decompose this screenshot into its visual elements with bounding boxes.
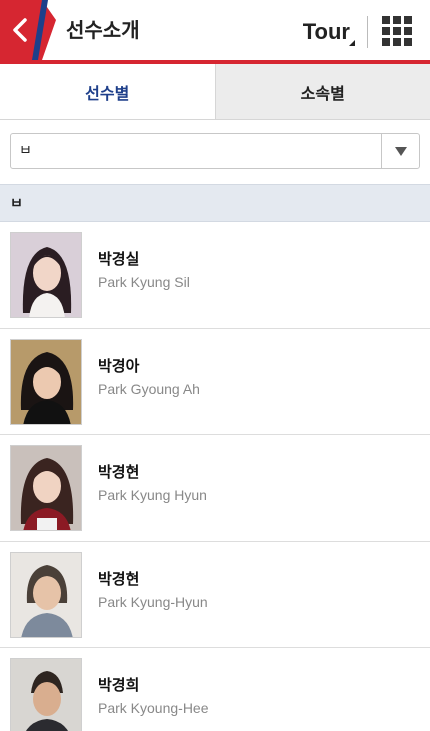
tab-bar: 선수별 소속별 — [0, 64, 430, 120]
player-name-english: Park Kyung-Hyun — [98, 593, 208, 610]
app-header: 선수소개 Tour — [0, 0, 430, 64]
grid-menu-icon[interactable] — [382, 16, 412, 46]
player-name-korean: 박경희 — [98, 676, 140, 694]
player-name-english: Park Kyung Sil — [98, 274, 190, 290]
group-header: ㅂ — [0, 184, 430, 222]
player-name-english: Park Gyoung Ah — [98, 380, 200, 397]
player-name-korean: 박경아 — [98, 356, 140, 375]
player-photo — [10, 658, 82, 731]
player-name-korean: 박경현 — [98, 569, 140, 588]
tab-by-team[interactable]: 소속별 — [214, 64, 430, 119]
player-name-english: Park Kyoung-Hee — [98, 700, 209, 716]
initial-consonant-select[interactable]: ㅂ — [10, 133, 420, 169]
list-item[interactable]: 박경현 Park Kyung-Hyun — [0, 541, 430, 648]
select-value: ㅂ — [19, 143, 32, 159]
player-photo — [10, 338, 82, 425]
player-name-english: Park Kyung Hyun — [98, 487, 207, 503]
filter-area: ㅂ — [0, 120, 430, 184]
player-photo — [10, 551, 82, 638]
tour-dropdown-caret-icon — [349, 40, 355, 46]
tour-button[interactable]: Tour — [303, 0, 350, 60]
player-list: 박경실 Park Kyung Sil 박경아 Park Gyoung Ah 박경… — [0, 222, 430, 731]
chevron-left-icon — [0, 0, 56, 60]
header-divider — [367, 16, 368, 48]
back-button[interactable] — [0, 0, 56, 60]
tab-by-player[interactable]: 선수별 — [0, 64, 215, 119]
page-title: 선수소개 — [66, 18, 140, 42]
list-item[interactable]: 박경아 Park Gyoung Ah — [0, 328, 430, 435]
list-item[interactable]: 박경현 Park Kyung Hyun — [0, 435, 430, 542]
list-item[interactable]: 박경희 Park Kyoung-Hee — [0, 648, 430, 731]
player-photo — [10, 232, 82, 318]
player-photo — [10, 445, 82, 531]
chevron-down-icon[interactable] — [381, 134, 419, 168]
list-item[interactable]: 박경실 Park Kyung Sil — [0, 222, 430, 329]
player-name-korean: 박경현 — [98, 463, 140, 481]
player-name-korean: 박경실 — [98, 250, 140, 268]
